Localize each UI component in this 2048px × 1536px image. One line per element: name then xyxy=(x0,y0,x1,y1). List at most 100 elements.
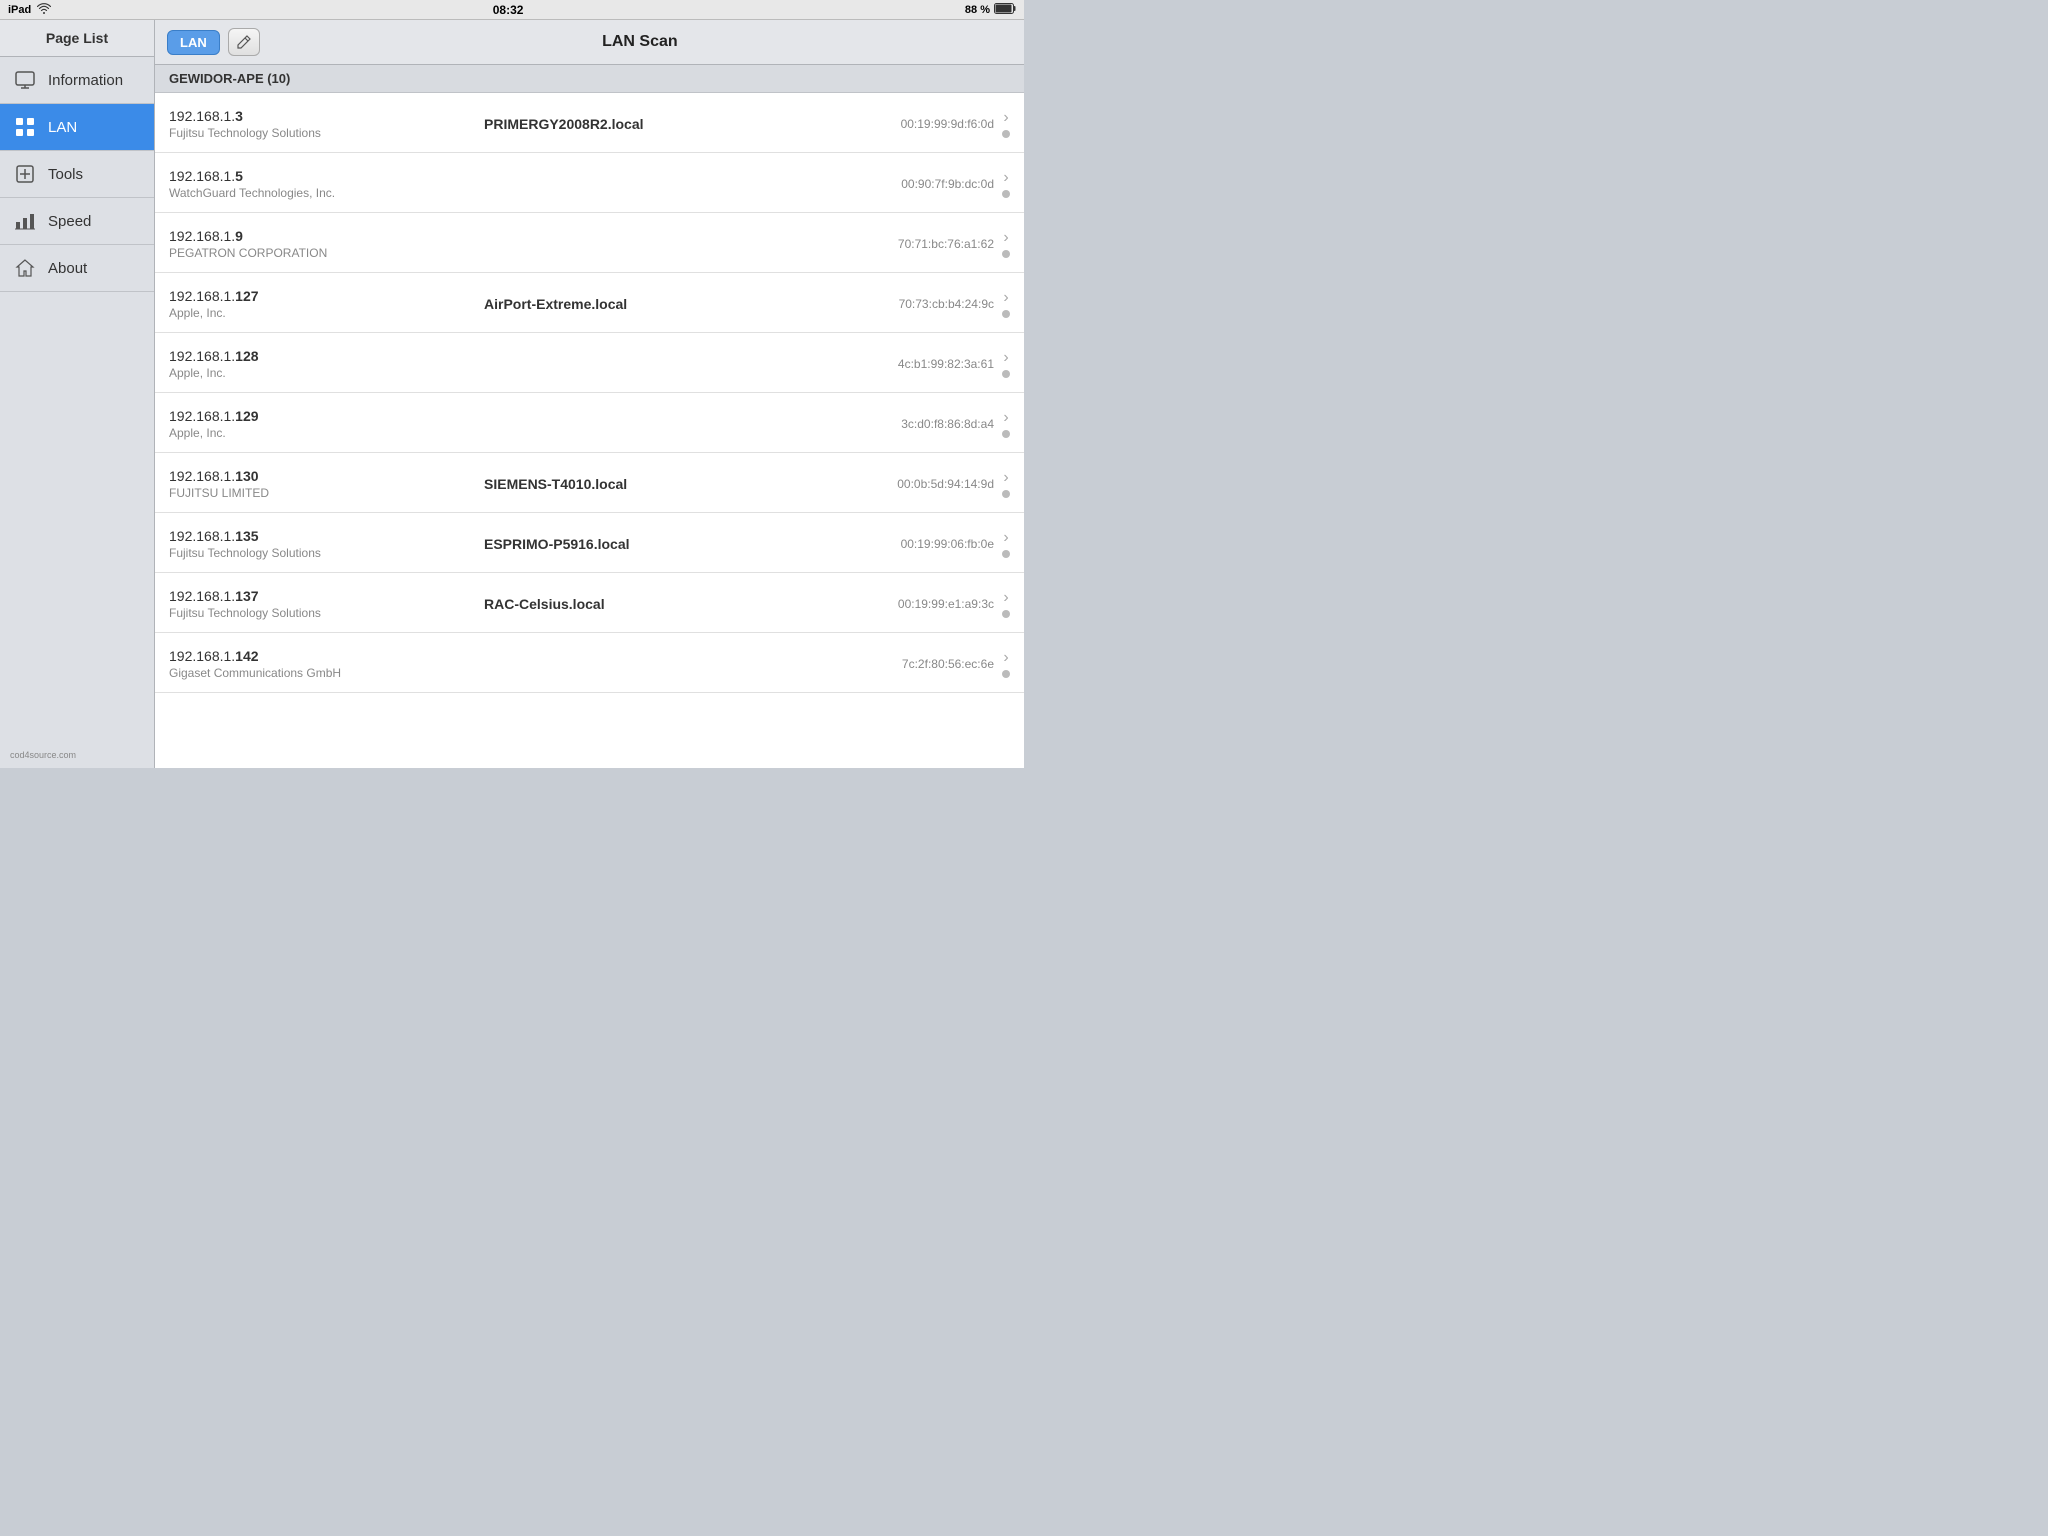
ipad-label: iPad xyxy=(8,4,31,16)
status-dot-icon xyxy=(1002,610,1010,618)
table-row[interactable]: 192.168.1.129 Apple, Inc. 3c:d0:f8:86:8d… xyxy=(155,393,1024,453)
device-vendor-text: Apple, Inc. xyxy=(169,366,484,380)
device-mac-address: 70:71:bc:76:a1:62 xyxy=(862,237,1002,251)
time-display: 08:32 xyxy=(493,3,524,17)
status-bar: iPad 08:32 88 % xyxy=(0,0,1024,20)
status-dot-icon xyxy=(1002,250,1010,258)
status-dot-icon xyxy=(1002,310,1010,318)
device-status: › xyxy=(1002,290,1010,318)
chevron-right-icon: › xyxy=(1003,650,1008,666)
device-ip-vendor: 192.168.1.135 Fujitsu Technology Solutio… xyxy=(169,528,484,560)
device-vendor-text: PEGATRON CORPORATION xyxy=(169,246,484,260)
device-status: › xyxy=(1002,590,1010,618)
table-row[interactable]: 192.168.1.135 Fujitsu Technology Solutio… xyxy=(155,513,1024,573)
device-ip-text: 192.168.1.3 xyxy=(169,108,484,124)
table-row[interactable]: 192.168.1.142 Gigaset Communications Gmb… xyxy=(155,633,1024,693)
table-row[interactable]: 192.168.1.9 PEGATRON CORPORATION 70:71:b… xyxy=(155,213,1024,273)
sidebar-item-label-tools: Tools xyxy=(48,166,83,183)
table-row[interactable]: 192.168.1.5 WatchGuard Technologies, Inc… xyxy=(155,153,1024,213)
chevron-right-icon: › xyxy=(1003,410,1008,426)
device-hostname: PRIMERGY2008R2.local xyxy=(484,116,862,132)
device-ip-text: 192.168.1.130 xyxy=(169,468,484,484)
device-vendor-text: Fujitsu Technology Solutions xyxy=(169,126,484,140)
device-vendor-text: Fujitsu Technology Solutions xyxy=(169,546,484,560)
main-content: LAN LAN Scan GEWIDOR-APE (10) 192.168.1.… xyxy=(155,20,1024,768)
device-vendor-text: Apple, Inc. xyxy=(169,426,484,440)
device-status: › xyxy=(1002,230,1010,258)
device-ip-vendor: 192.168.1.5 WatchGuard Technologies, Inc… xyxy=(169,168,484,200)
chevron-right-icon: › xyxy=(1003,290,1008,306)
device-ip-text: 192.168.1.5 xyxy=(169,168,484,184)
device-mac-address: 00:90:7f:9b:dc:0d xyxy=(862,177,1002,191)
chevron-right-icon: › xyxy=(1003,470,1008,486)
device-mac-address: 3c:d0:f8:86:8d:a4 xyxy=(862,417,1002,431)
status-dot-icon xyxy=(1002,430,1010,438)
battery-icon xyxy=(994,3,1016,17)
status-dot-icon xyxy=(1002,370,1010,378)
device-ip-text: 192.168.1.129 xyxy=(169,408,484,424)
device-mac-address: 00:0b:5d:94:14:9d xyxy=(862,477,1002,491)
sidebar-item-lan[interactable]: LAN xyxy=(0,104,154,151)
device-ip-vendor: 192.168.1.3 Fujitsu Technology Solutions xyxy=(169,108,484,140)
device-hostname: AirPort-Extreme.local xyxy=(484,296,862,312)
edit-button[interactable] xyxy=(228,28,260,56)
device-status: › xyxy=(1002,410,1010,438)
wifi-icon xyxy=(37,3,51,17)
sidebar-item-information[interactable]: Information xyxy=(0,57,154,104)
device-hostname: ESPRIMO-P5916.local xyxy=(484,536,862,552)
device-ip-vendor: 192.168.1.137 Fujitsu Technology Solutio… xyxy=(169,588,484,620)
chevron-right-icon: › xyxy=(1003,110,1008,126)
device-status: › xyxy=(1002,530,1010,558)
device-ip-vendor: 192.168.1.129 Apple, Inc. xyxy=(169,408,484,440)
status-dot-icon xyxy=(1002,190,1010,198)
table-row[interactable]: 192.168.1.127 Apple, Inc. AirPort-Extrem… xyxy=(155,273,1024,333)
sidebar-item-label-speed: Speed xyxy=(48,213,91,230)
chevron-right-icon: › xyxy=(1003,590,1008,606)
sidebar-item-label-about: About xyxy=(48,260,87,277)
device-vendor-text: Gigaset Communications GmbH xyxy=(169,666,484,680)
sidebar-item-tools[interactable]: Tools xyxy=(0,151,154,198)
sidebar-item-speed[interactable]: Speed xyxy=(0,198,154,245)
status-dot-icon xyxy=(1002,490,1010,498)
chevron-right-icon: › xyxy=(1003,350,1008,366)
sidebar-title: Page List xyxy=(0,20,154,57)
device-vendor-text: Fujitsu Technology Solutions xyxy=(169,606,484,620)
device-hostname: RAC-Celsius.local xyxy=(484,596,862,612)
monitor-icon xyxy=(14,69,36,91)
sidebar-item-label-lan: LAN xyxy=(48,119,77,136)
device-ip-text: 192.168.1.137 xyxy=(169,588,484,604)
status-dot-icon xyxy=(1002,670,1010,678)
toolbar: LAN LAN Scan xyxy=(155,20,1024,65)
lan-button[interactable]: LAN xyxy=(167,30,220,55)
table-row[interactable]: 192.168.1.137 Fujitsu Technology Solutio… xyxy=(155,573,1024,633)
device-vendor-text: WatchGuard Technologies, Inc. xyxy=(169,186,484,200)
device-mac-address: 00:19:99:9d:f6:0d xyxy=(862,117,1002,131)
device-ip-vendor: 192.168.1.9 PEGATRON CORPORATION xyxy=(169,228,484,260)
house-icon xyxy=(14,257,36,279)
chevron-right-icon: › xyxy=(1003,170,1008,186)
chevron-right-icon: › xyxy=(1003,230,1008,246)
table-row[interactable]: 192.168.1.130 FUJITSU LIMITED SIEMENS-T4… xyxy=(155,453,1024,513)
sidebar-item-about[interactable]: About xyxy=(0,245,154,292)
device-status: › xyxy=(1002,470,1010,498)
device-ip-text: 192.168.1.135 xyxy=(169,528,484,544)
sidebar-footer: cod4source.com xyxy=(0,742,154,768)
device-list: 192.168.1.3 Fujitsu Technology Solutions… xyxy=(155,93,1024,768)
device-mac-address: 00:19:99:e1:a9:3c xyxy=(862,597,1002,611)
device-mac-address: 70:73:cb:b4:24:9c xyxy=(862,297,1002,311)
device-status: › xyxy=(1002,170,1010,198)
device-mac-address: 7c:2f:80:56:ec:6e xyxy=(862,657,1002,671)
device-ip-text: 192.168.1.128 xyxy=(169,348,484,364)
device-vendor-text: FUJITSU LIMITED xyxy=(169,486,484,500)
battery-label: 88 % xyxy=(965,4,990,16)
network-group-header: GEWIDOR-APE (10) xyxy=(155,65,1024,93)
table-row[interactable]: 192.168.1.128 Apple, Inc. 4c:b1:99:82:3a… xyxy=(155,333,1024,393)
table-row[interactable]: 192.168.1.3 Fujitsu Technology Solutions… xyxy=(155,93,1024,153)
device-ip-text: 192.168.1.127 xyxy=(169,288,484,304)
tools-icon xyxy=(14,163,36,185)
device-status: › xyxy=(1002,650,1010,678)
device-status: › xyxy=(1002,350,1010,378)
device-mac-address: 4c:b1:99:82:3a:61 xyxy=(862,357,1002,371)
chart-icon xyxy=(14,210,36,232)
grid-icon xyxy=(14,116,36,138)
